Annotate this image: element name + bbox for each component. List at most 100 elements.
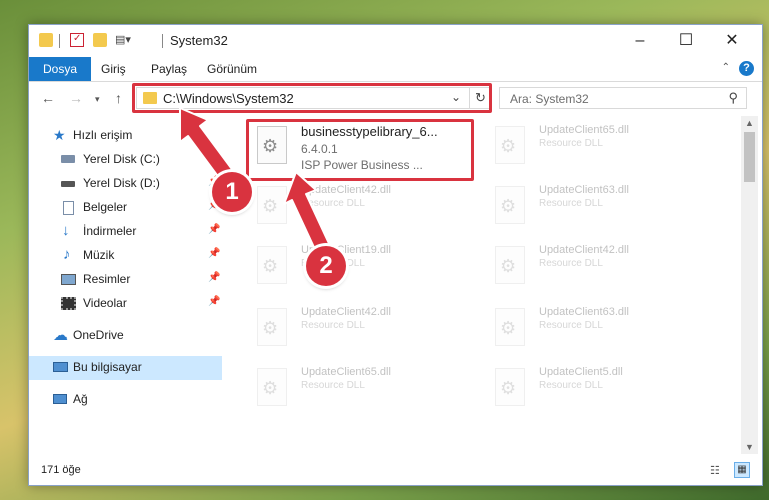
file-item[interactable]: UpdateClient65.dll Resource DLL xyxy=(489,120,719,174)
file-name: UpdateClient65.dll xyxy=(539,124,629,136)
pin-icon[interactable]: 📌 xyxy=(208,248,220,259)
navigation-pane: ★ Hızlı erişim Yerel Disk (C:) 📌 Yerel D… xyxy=(29,116,222,454)
tab-share[interactable]: Paylaş xyxy=(137,57,201,81)
help-icon[interactable]: ? xyxy=(739,61,754,76)
file-name: UpdateClient65.dll xyxy=(301,366,391,378)
tab-home[interactable]: Giriş xyxy=(87,57,140,81)
file-description: Resource DLL xyxy=(539,258,603,269)
file-description: Resource DLL xyxy=(539,320,603,331)
sidebar-item-documents[interactable]: Belgeler 📌 xyxy=(29,196,222,220)
file-item[interactable]: UpdateClient63.dll Resource DLL xyxy=(489,302,719,356)
file-item[interactable]: UpdateClient5.dll Resource DLL xyxy=(489,362,719,416)
sidebar-item-label: Müzik xyxy=(83,248,115,262)
file-item[interactable]: UpdateClient42.dll Resource DLL xyxy=(251,302,481,356)
maximize-button[interactable]: ☐ xyxy=(663,25,709,57)
customize-quick-access-icon[interactable]: ▤▾ xyxy=(115,33,131,47)
sidebar-item-music[interactable]: ♪ Müzik 📌 xyxy=(29,244,222,268)
search-icon[interactable]: ⚲ xyxy=(728,90,738,106)
file-item[interactable]: UpdateClient19.dll Resource DLL xyxy=(251,240,481,294)
dll-file-icon xyxy=(257,368,287,406)
forward-arrow-icon[interactable]: → xyxy=(69,90,83,106)
network-icon xyxy=(53,394,67,404)
separator xyxy=(162,34,163,48)
pin-icon[interactable]: 📌 xyxy=(208,296,220,307)
back-arrow-icon[interactable]: ← xyxy=(41,90,55,106)
close-button[interactable]: ✕ xyxy=(709,25,755,57)
tab-file[interactable]: Dosya xyxy=(29,57,92,81)
music-icon: ♪ xyxy=(63,246,71,263)
scroll-down-icon[interactable]: ▼ xyxy=(741,440,758,454)
item-count: 171 öğe xyxy=(41,464,81,476)
sidebar-item-label: Yerel Disk (D:) xyxy=(83,176,160,190)
file-name: UpdateClient5.dll xyxy=(539,366,623,378)
file-description: Resource DLL xyxy=(301,198,365,209)
sidebar-item-videos[interactable]: Videolar 📌 xyxy=(29,292,222,316)
pin-icon[interactable]: 📌 xyxy=(208,152,220,163)
cloud-icon: ☁ xyxy=(53,327,68,344)
separator xyxy=(59,34,60,48)
file-description: Resource DLL xyxy=(539,380,603,391)
ribbon: Dosya Giriş Paylaş Görünüm ⌃ ? xyxy=(29,57,762,82)
sidebar-item-downloads[interactable]: ↓ İndirmeler 📌 xyxy=(29,220,222,244)
file-description: Resource DLL xyxy=(301,320,365,331)
dll-file-icon xyxy=(257,308,287,346)
dll-file-icon xyxy=(495,126,525,164)
properties-icon[interactable] xyxy=(70,33,84,47)
computer-icon xyxy=(53,362,68,372)
file-item[interactable]: UpdateClient42.dll Resource DLL xyxy=(489,240,719,294)
file-name: UpdateClient42.dll xyxy=(301,184,391,196)
up-arrow-icon[interactable]: ↑ xyxy=(115,90,122,106)
sidebar-item-label: Ağ xyxy=(73,392,88,406)
pin-icon[interactable]: 📌 xyxy=(208,224,220,235)
address-bar-highlight xyxy=(132,83,492,113)
window-title: System32 xyxy=(170,33,228,48)
sidebar-item-label: Bu bilgisayar xyxy=(73,360,142,374)
pictures-icon xyxy=(61,274,76,285)
sidebar-item-label: Yerel Disk (C:) xyxy=(83,152,160,166)
minimize-button[interactable]: – xyxy=(617,25,663,57)
file-item[interactable]: UpdateClient63.dll Resource DLL xyxy=(489,180,719,234)
file-description: Resource DLL xyxy=(539,138,603,149)
vertical-scrollbar[interactable]: ▲ ▼ xyxy=(741,116,758,454)
sidebar-item-label: Videolar xyxy=(83,296,127,310)
sidebar-item-this-pc[interactable]: Bu bilgisayar xyxy=(29,356,222,380)
folder-icon[interactable] xyxy=(39,33,53,47)
sidebar-item-quick-access[interactable]: ★ Hızlı erişim xyxy=(29,124,222,148)
search-input[interactable] xyxy=(500,88,732,110)
recent-locations-chevron-icon[interactable]: ▾ xyxy=(95,94,100,105)
documents-icon xyxy=(63,201,74,215)
sidebar-item-network[interactable]: Ağ xyxy=(29,388,222,412)
file-name: UpdateClient63.dll xyxy=(539,184,629,196)
sidebar-item-label: Hızlı erişim xyxy=(73,128,133,142)
pin-icon[interactable]: 📌 xyxy=(208,272,220,283)
scroll-up-icon[interactable]: ▲ xyxy=(741,116,758,130)
details-view-icon[interactable]: ☷ xyxy=(710,464,720,477)
search-box[interactable]: ⚲ xyxy=(499,87,747,110)
dll-file-icon xyxy=(257,246,287,284)
file-item[interactable]: UpdateClient42.dll Resource DLL xyxy=(251,180,481,234)
new-folder-icon[interactable] xyxy=(93,33,107,47)
chevron-up-icon[interactable]: ⌃ xyxy=(722,62,730,73)
large-icons-view-icon[interactable]: ▦ xyxy=(734,462,750,478)
tab-view[interactable]: Görünüm xyxy=(193,57,271,81)
file-item[interactable]: UpdateClient65.dll Resource DLL xyxy=(251,362,481,416)
sidebar-item-local-disk-d[interactable]: Yerel Disk (D:) 📌 xyxy=(29,172,222,196)
scrollbar-thumb[interactable] xyxy=(744,132,755,182)
dll-file-icon xyxy=(257,186,287,224)
sidebar-item-pictures[interactable]: Resimler 📌 xyxy=(29,268,222,292)
step-2-badge: 2 xyxy=(306,246,346,286)
dll-file-icon xyxy=(495,308,525,346)
file-name: UpdateClient42.dll xyxy=(539,244,629,256)
sidebar-item-label: İndirmeler xyxy=(83,224,137,238)
star-icon: ★ xyxy=(53,127,66,143)
drive-icon xyxy=(61,155,75,163)
sidebar-item-label: Resimler xyxy=(83,272,131,286)
drive-icon xyxy=(61,181,75,187)
file-description: Resource DLL xyxy=(301,380,365,391)
sidebar-item-label: Belgeler xyxy=(83,200,128,214)
step-1-badge: 1 xyxy=(212,172,252,212)
download-icon: ↓ xyxy=(62,222,70,239)
sidebar-item-onedrive[interactable]: ☁ OneDrive xyxy=(29,324,222,348)
sidebar-item-local-disk-c[interactable]: Yerel Disk (C:) 📌 xyxy=(29,148,222,172)
video-icon xyxy=(61,297,76,310)
